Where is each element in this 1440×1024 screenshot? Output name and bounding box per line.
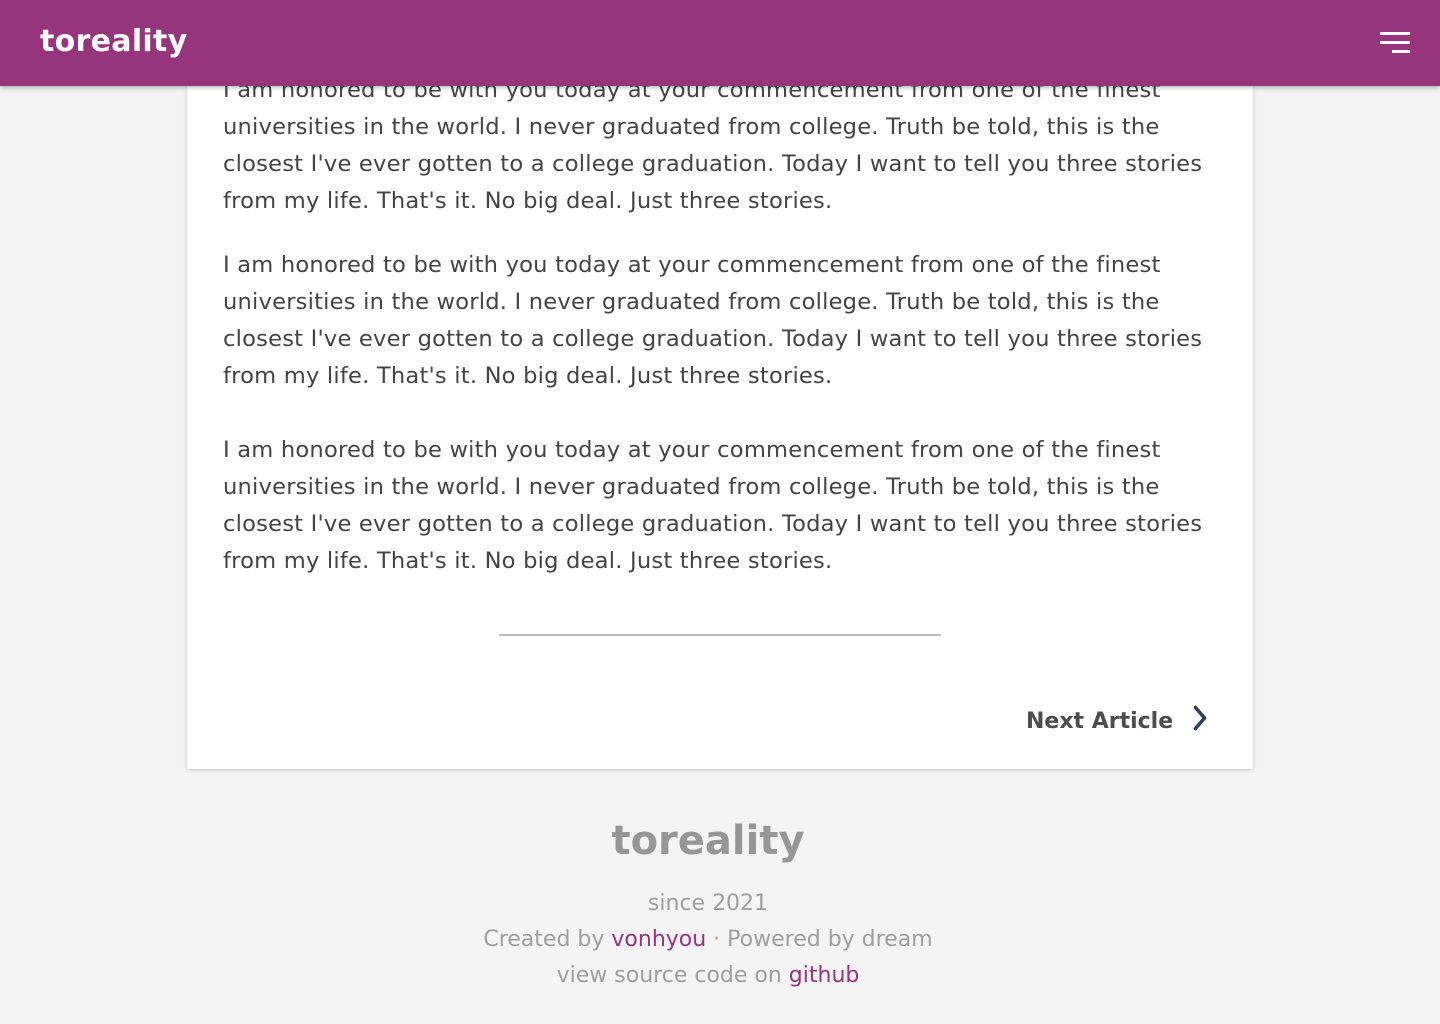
footer-since: since 2021	[647, 891, 769, 916]
footer-powered: · Powered by dream	[706, 927, 933, 952]
chevron-right-icon	[1193, 705, 1207, 737]
github-link[interactable]: github	[789, 963, 860, 988]
hamburger-menu-icon[interactable]	[1374, 28, 1414, 60]
author-link[interactable]: vonhyou	[611, 927, 706, 952]
top-nav-bar: toreality	[0, 0, 1440, 86]
footer-source: view source code on github	[0, 958, 1440, 994]
page: I am honored to be with you today at you…	[0, 0, 1440, 1024]
article-paragraph: I am honored to be with you today at you…	[223, 437, 1203, 574]
footer-source-prefix: view source code on	[556, 963, 789, 988]
footer-credits: Created by vonhyou · Powered by dream	[0, 922, 1440, 958]
next-article-link[interactable]: Next Article	[1026, 705, 1207, 737]
footer-logo: toreality	[611, 818, 805, 864]
site-logo[interactable]: toreality	[40, 24, 188, 59]
site-footer: toreality since 2021 Created by vonhyou …	[0, 810, 1440, 994]
footer-created-prefix: Created by	[483, 927, 612, 952]
article-card: I am honored to be with you today at you…	[187, 0, 1253, 769]
next-article-label: Next Article	[1026, 708, 1174, 734]
article-paragraph: I am honored to be with you today at you…	[223, 252, 1203, 389]
article-paragraph: I am honored to be with you today at you…	[223, 77, 1203, 214]
article-divider	[499, 634, 941, 636]
